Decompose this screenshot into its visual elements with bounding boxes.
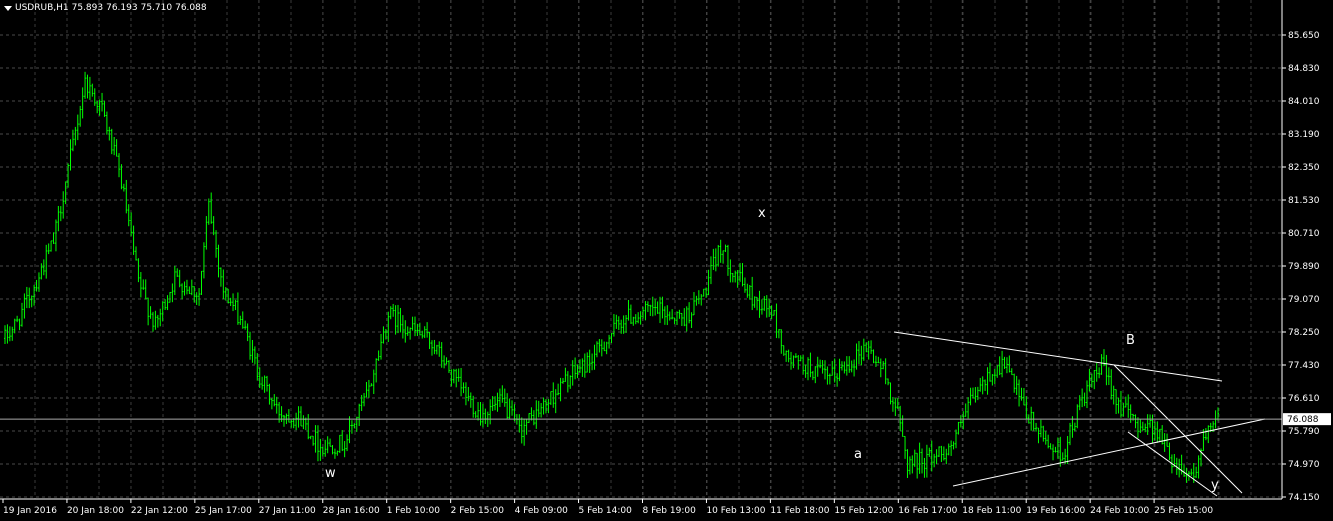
time-tick-label: 19 Jan 2016 [3,506,57,516]
chart-header: USDRUB,H1 75.893 76.193 75.710 76.088 [4,3,210,13]
wave-label-x: x [758,206,766,221]
wave-label-w: w [325,466,336,481]
time-tick-label: 16 Feb 17:00 [898,506,957,516]
time-tick-label: 1 Feb 10:00 [387,506,441,516]
time-tick-label: 25 Jan 17:00 [195,506,252,516]
current-price-box: 76.088 [1283,413,1331,426]
price-tick-label: 80.710 [1288,229,1320,239]
high-value: 76.193 [106,3,138,13]
triangle-down-icon[interactable] [4,5,12,11]
price-tick-label: 79.070 [1288,295,1320,305]
time-tick-label: 11 Feb 18:00 [770,506,829,516]
time-tick-label: 2 Feb 15:00 [451,506,505,516]
time-tick-label: 22 Jan 12:00 [131,506,188,516]
chart-background [0,0,1333,521]
price-tick-label: 76.610 [1288,394,1320,404]
price-tick-label: 83.190 [1288,130,1320,140]
time-tick-label: 28 Jan 16:00 [323,506,380,516]
time-tick-label: 24 Feb 10:00 [1090,506,1149,516]
time-tick-label: 15 Feb 12:00 [834,506,893,516]
price-tick-label: 82.350 [1288,163,1320,173]
time-tick-label: 18 Feb 11:00 [962,506,1021,516]
time-tick-label: 4 Feb 09:00 [515,506,569,516]
time-tick-label: 20 Jan 18:00 [67,506,124,516]
price-tick-label: 84.830 [1288,64,1320,74]
price-tick-label: 81.530 [1288,196,1320,206]
price-tick-label: 79.890 [1288,262,1320,272]
price-tick-label: 74.970 [1288,460,1320,470]
price-axis-labels[interactable]: 85.650 84.830 84.010 83.190 82.350 81.530 80.7… [1282,31,1320,503]
price-chart[interactable]: w x a B y 85.650 84.830 84.010 83.190 82.350… [0,0,1333,521]
price-tick-label: 78.250 [1288,328,1320,338]
time-tick-label: 19 Feb 16:00 [1026,506,1085,516]
time-tick-label: 25 Feb 15:00 [1154,506,1213,516]
price-tick-label: 77.430 [1288,361,1320,371]
symbol-label: USDRUB,H1 [15,3,69,13]
wave-label-y: y [1211,478,1219,493]
price-tick-label: 85.650 [1288,31,1320,41]
time-tick-label: 27 Jan 11:00 [259,506,316,516]
time-tick-label: 10 Feb 13:00 [706,506,765,516]
time-tick-label: 8 Feb 19:00 [643,506,697,516]
price-tick-label: 75.790 [1288,427,1320,437]
wave-label-a: a [854,447,862,462]
price-tick-label: 84.010 [1288,97,1320,107]
wave-label-b: B [1126,333,1135,348]
low-value: 75.710 [140,3,173,13]
current-price-label: 76.088 [1287,415,1319,425]
open-value: 75.893 [71,3,104,13]
close-value: 76.088 [175,3,207,13]
time-tick-label: 5 Feb 14:00 [579,506,633,516]
price-tick-label: 74.150 [1288,493,1320,503]
